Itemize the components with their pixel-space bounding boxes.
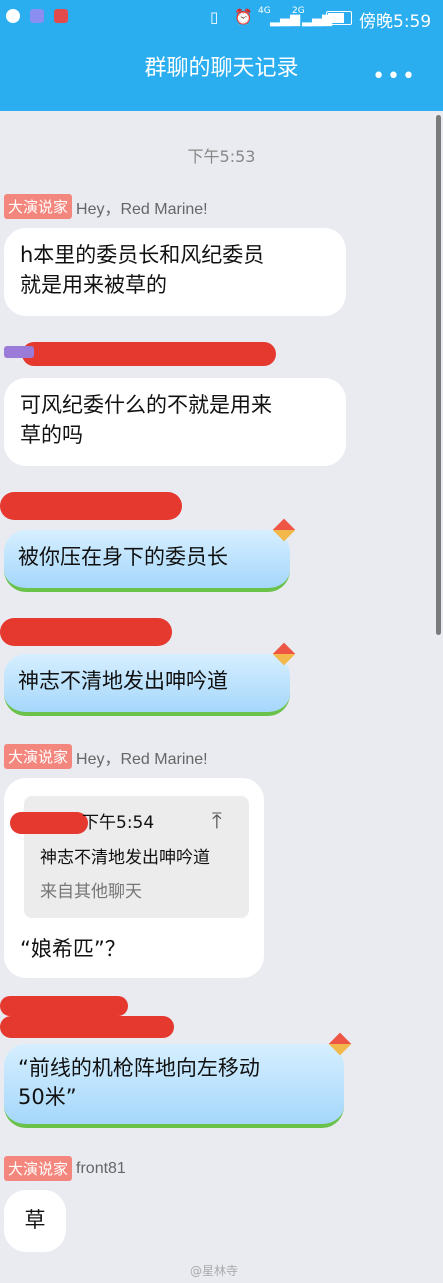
redaction-mark	[0, 996, 128, 1016]
more-icon[interactable]: •••	[372, 64, 417, 89]
message-bubble[interactable]: 下午5:54 ⤒ 神志不清地发出呻吟道 来自其他聊天 “娘希匹”？	[4, 778, 264, 978]
network-1-label: 4G	[258, 6, 271, 16]
redaction-mark	[0, 492, 182, 520]
quote-time: 下午5:54	[82, 813, 155, 833]
message-text: 神志不清地发出呻吟道	[18, 669, 228, 693]
message-bubble[interactable]: h本里的委员长和风纪委员 就是用来被草的	[4, 228, 346, 316]
sender-tag: 大演说家	[4, 744, 73, 769]
status-bar: ▯ ⏰ 4G ▂▄▆ 2G ▂▄▆ 傍晚5:59	[0, 0, 443, 36]
battery-icon	[326, 11, 352, 25]
quoted-message[interactable]: 下午5:54 ⤒ 神志不清地发出呻吟道 来自其他聊天	[10, 796, 249, 918]
sender-name[interactable]: Hey，Red Marine!	[76, 745, 208, 769]
sender-row: 大演说家 Hey，Red Marine!	[4, 194, 208, 219]
title-bar: 群聊的聊天记录 •••	[0, 36, 443, 111]
quote-text: 神志不清地发出呻吟道	[40, 848, 210, 868]
vibrate-icon: ▯	[210, 8, 219, 26]
kite-icon	[328, 1032, 354, 1058]
message-line: 就是用来被草的	[20, 273, 167, 297]
redaction-mark	[10, 812, 88, 834]
message-line: h本里的委员长和风纪委员	[20, 243, 265, 267]
message-bubble[interactable]: “前线的机枪阵地向左移动 50米”	[4, 1044, 344, 1128]
message-bubble[interactable]: 草	[4, 1190, 66, 1252]
sender-tag: 大演说家	[4, 194, 73, 219]
pin-icon[interactable]: ⤒	[212, 810, 222, 834]
wechat-icon	[6, 9, 20, 23]
message-bubble[interactable]: 可风纪委什么的不就是用来 草的吗	[4, 378, 346, 466]
sender-name[interactable]: Hey，Red Marine!	[76, 195, 208, 219]
sender-tag	[4, 346, 34, 358]
huawei-icon	[54, 9, 68, 23]
message-text: 草	[24, 1208, 46, 1232]
message-bubble[interactable]: 被你压在身下的委员长	[4, 530, 290, 592]
message-line: 草的吗	[20, 423, 83, 447]
sender-tag: 大演说家	[4, 1156, 73, 1181]
redaction-mark	[0, 618, 172, 646]
scrollbar[interactable]	[436, 115, 441, 635]
quote-source: 来自其他聊天	[40, 882, 142, 902]
redaction-mark	[0, 1016, 174, 1038]
sender-row: 大演说家 Hey，Red Marine!	[4, 744, 208, 769]
sender-name[interactable]: front81	[76, 1160, 126, 1178]
message-text: “娘希匹”？	[20, 937, 126, 961]
clock: 傍晚5:59	[359, 12, 432, 32]
kite-icon	[272, 518, 298, 544]
alarm-icon: ⏰	[234, 8, 253, 26]
sender-row: 大演说家 front81	[4, 1156, 126, 1181]
message-line: “前线的机枪阵地向左移动	[18, 1056, 260, 1080]
message-text: 被你压在身下的委员长	[18, 545, 228, 569]
message-line: 可风纪委什么的不就是用来	[20, 393, 272, 417]
watermark: @星林寺	[190, 1264, 239, 1278]
timestamp: 下午5:53	[187, 147, 256, 166]
message-line: 50米”	[18, 1085, 77, 1109]
app-icon	[30, 9, 44, 23]
message-bubble[interactable]: 神志不清地发出呻吟道	[4, 654, 290, 716]
redaction-mark	[22, 342, 276, 366]
kite-icon	[272, 642, 298, 668]
